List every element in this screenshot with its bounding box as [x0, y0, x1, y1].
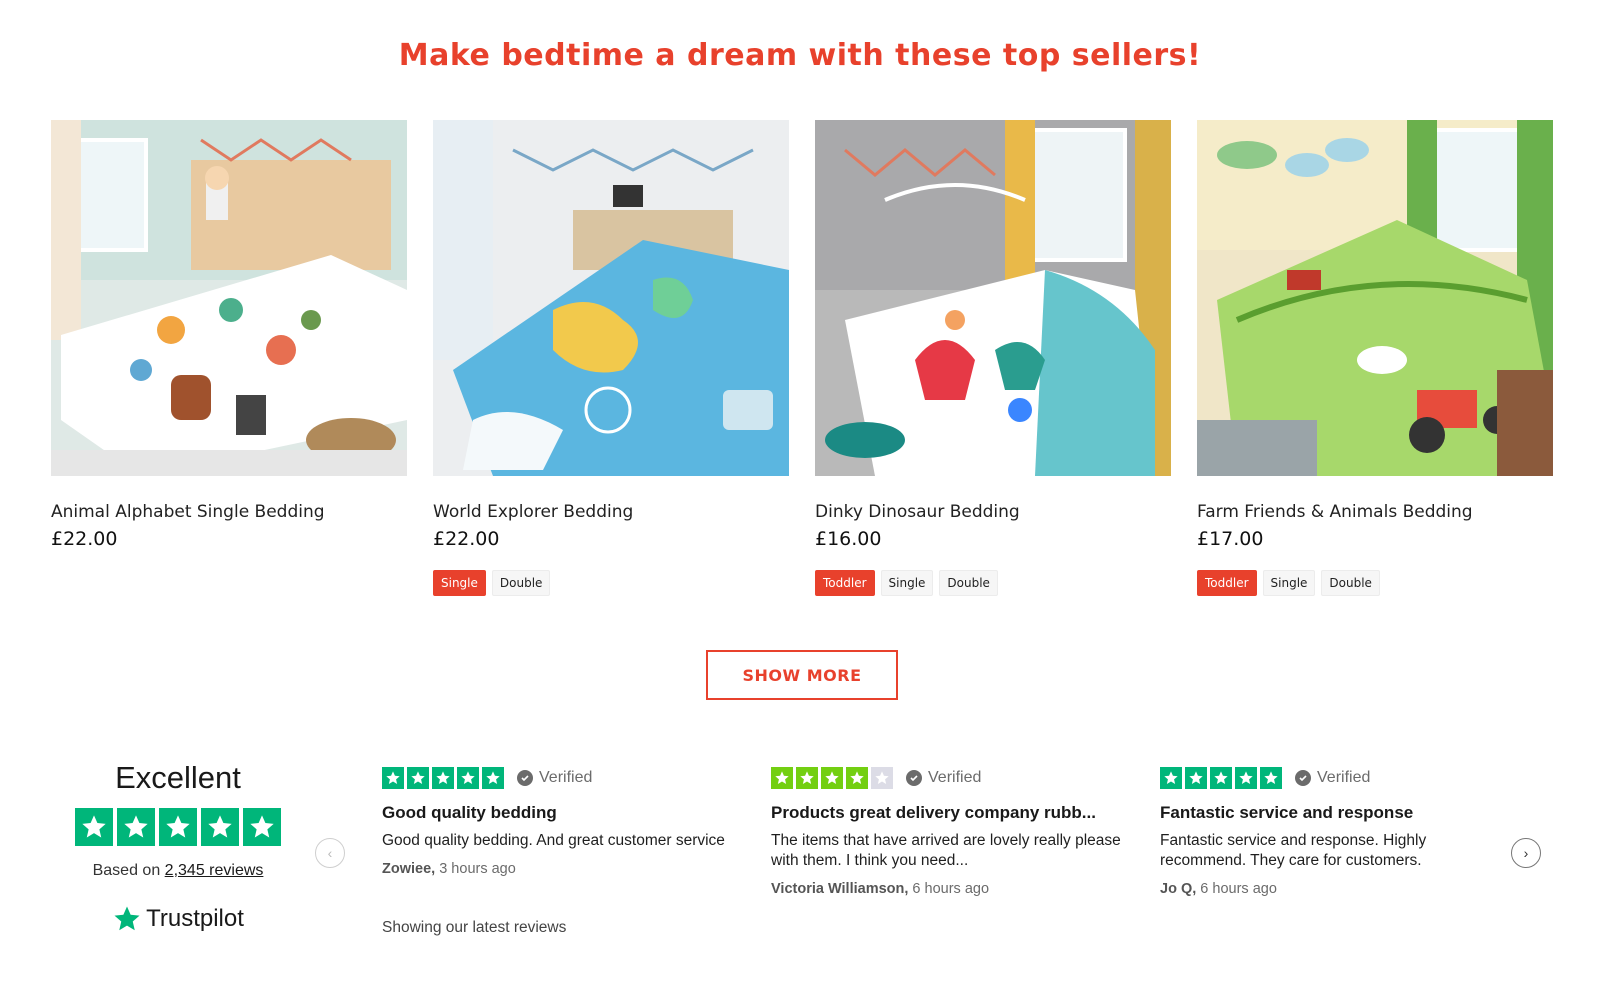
review-rating: Verified	[382, 767, 732, 789]
review-rating: Verified	[771, 767, 1121, 789]
verified-badge: Verified	[906, 769, 981, 787]
review-time: 6 hours ago	[1200, 881, 1277, 897]
trustpilot-brand: Trustpilot	[146, 905, 244, 932]
reviews-count-link[interactable]: 2,345 reviews	[165, 862, 264, 879]
verified-label: Verified	[539, 769, 593, 786]
show-more-button[interactable]: SHOW MORE	[706, 650, 898, 700]
review-meta: Zowiee, 3 hours ago	[382, 861, 732, 877]
star-icon	[1210, 767, 1232, 789]
review-card[interactable]: Verified Good quality bedding Good quali…	[382, 767, 732, 877]
review-rating: Verified	[1160, 767, 1510, 789]
size-option-toddler[interactable]: Toddler	[1197, 570, 1257, 596]
star-icon	[1160, 767, 1182, 789]
trustpilot-star-icon	[114, 906, 140, 931]
star-icon	[432, 767, 454, 789]
product-title[interactable]: World Explorer Bedding	[433, 502, 789, 522]
star-icon	[457, 767, 479, 789]
based-on-prefix: Based on	[92, 862, 161, 879]
review-author: Jo Q,	[1160, 881, 1197, 897]
star-icon	[1185, 767, 1207, 789]
product-card[interactable]: Dinky Dinosaur Bedding £16.00 Toddler Si…	[815, 120, 1171, 596]
review-body: Good quality bedding. And great customer…	[382, 832, 725, 849]
product-card[interactable]: World Explorer Bedding £22.00 Single Dou…	[433, 120, 789, 596]
product-card[interactable]: Farm Friends & Animals Bedding £17.00 To…	[1197, 120, 1553, 596]
review-card[interactable]: Verified Fantastic service and response …	[1160, 767, 1510, 897]
check-icon	[517, 770, 533, 786]
star-icon	[1235, 767, 1257, 789]
size-option-single[interactable]: Single	[1262, 570, 1316, 596]
size-option-single[interactable]: Single	[433, 570, 486, 596]
review-title: Products great delivery company rubb...	[771, 803, 1096, 822]
star-icon	[1260, 767, 1282, 789]
star-icon	[821, 767, 843, 789]
star-icon	[407, 767, 429, 789]
verified-label: Verified	[1317, 769, 1371, 786]
size-options: Toddler Single Double	[815, 570, 1171, 596]
product-image[interactable]	[1197, 120, 1553, 476]
review-author: Victoria Williamson,	[771, 881, 909, 897]
rating-stars	[64, 808, 292, 846]
review-author: Zowiee,	[382, 861, 436, 877]
review-body: Fantastic service and response. Highly r…	[1160, 832, 1427, 869]
star-empty-icon	[871, 767, 893, 789]
size-options: Toddler Single Double	[1197, 570, 1553, 596]
verified-badge: Verified	[517, 769, 592, 787]
star-icon	[846, 767, 868, 789]
star-icon	[75, 808, 113, 846]
size-options: Single Double	[433, 570, 789, 596]
review-title: Good quality bedding	[382, 803, 557, 822]
trustpilot-logo[interactable]: Trustpilot	[64, 904, 292, 934]
product-image[interactable]	[815, 120, 1171, 476]
star-icon	[482, 767, 504, 789]
carousel-next-button[interactable]: ›	[1511, 838, 1541, 868]
review-meta: Jo Q, 6 hours ago	[1160, 881, 1510, 897]
size-option-double[interactable]: Double	[1321, 570, 1380, 596]
star-icon	[796, 767, 818, 789]
star-icon	[117, 808, 155, 846]
based-on-text: Based on 2,345 reviews	[64, 862, 292, 880]
product-price: £22.00	[51, 528, 118, 550]
product-grid: Animal Alphabet Single Bedding £22.00 Wo…	[51, 120, 1561, 600]
review-title: Fantastic service and response	[1160, 803, 1414, 822]
product-title[interactable]: Farm Friends & Animals Bedding	[1197, 502, 1553, 522]
review-body: The items that have arrived are lovely r…	[771, 832, 1121, 869]
check-icon	[906, 770, 922, 786]
review-time: 6 hours ago	[912, 881, 990, 897]
carousel-prev-button[interactable]: ‹	[315, 838, 345, 868]
product-title[interactable]: Animal Alphabet Single Bedding	[51, 502, 407, 522]
chevron-right-icon: ›	[1523, 845, 1529, 861]
review-time: 3 hours ago	[439, 861, 516, 877]
check-icon	[1295, 770, 1311, 786]
product-image[interactable]	[433, 120, 789, 476]
verified-badge: Verified	[1295, 769, 1370, 787]
product-card[interactable]: Animal Alphabet Single Bedding £22.00	[51, 120, 407, 550]
rating-word: Excellent	[115, 760, 241, 795]
product-image[interactable]	[51, 120, 407, 476]
product-price: £17.00	[1197, 528, 1264, 550]
latest-reviews-note: Showing our latest reviews	[382, 919, 567, 936]
review-meta: Victoria Williamson, 6 hours ago	[771, 881, 1121, 897]
star-icon	[771, 767, 793, 789]
size-option-toddler[interactable]: Toddler	[815, 570, 875, 596]
size-option-double[interactable]: Double	[939, 570, 998, 596]
star-icon	[201, 808, 239, 846]
section-headline: Make bedtime a dream with these top sell…	[398, 38, 1202, 73]
product-title[interactable]: Dinky Dinosaur Bedding	[815, 502, 1171, 522]
review-card[interactable]: Verified Products great delivery company…	[771, 767, 1121, 897]
chevron-left-icon: ‹	[327, 845, 333, 861]
product-price: £16.00	[815, 528, 882, 550]
star-icon	[243, 808, 281, 846]
trustpilot-summary: Excellent Based on 2,345 reviews Trustpi…	[64, 760, 292, 934]
size-option-single[interactable]: Single	[880, 570, 934, 596]
star-icon	[159, 808, 197, 846]
verified-label: Verified	[928, 769, 982, 786]
size-option-double[interactable]: Double	[491, 570, 551, 596]
star-icon	[382, 767, 404, 789]
product-price: £22.00	[433, 528, 500, 550]
